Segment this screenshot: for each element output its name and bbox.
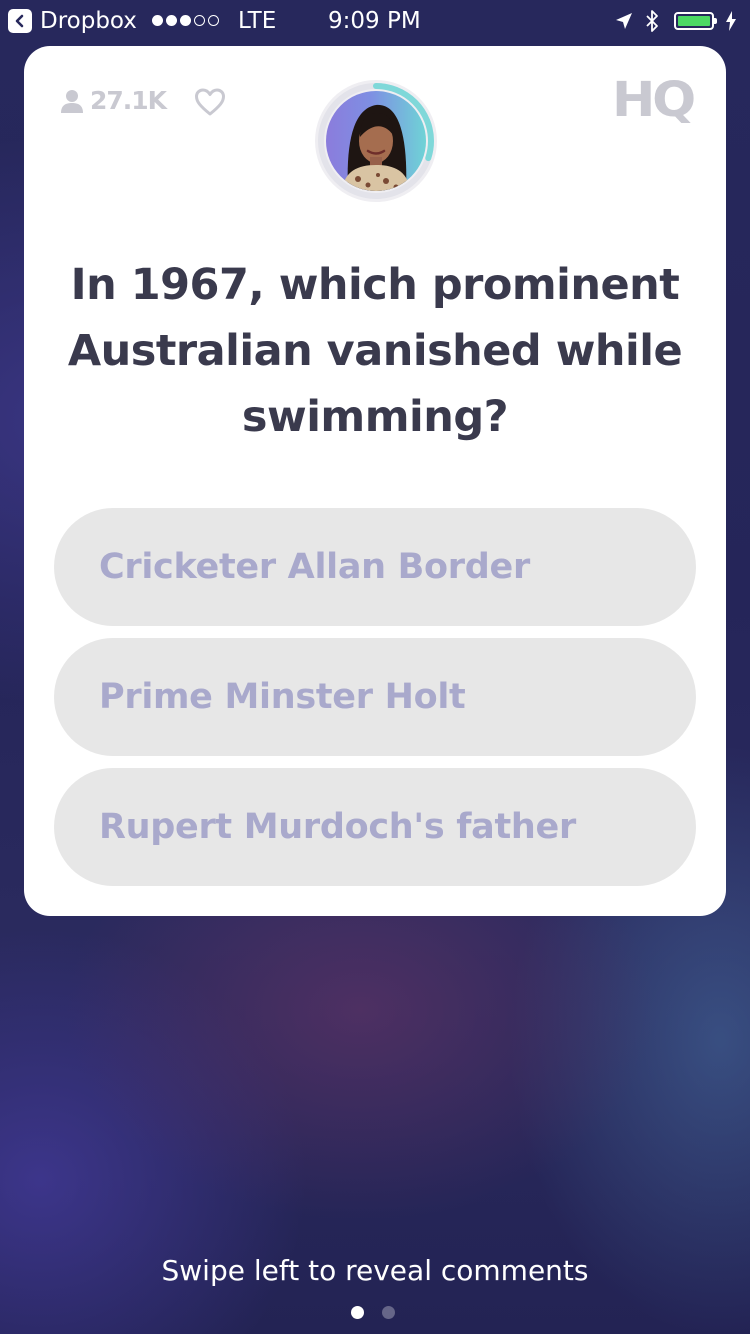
person-icon [61, 89, 83, 113]
page-dot-2 [382, 1306, 395, 1319]
bluetooth-icon [644, 9, 660, 33]
answer-option-label: Prime Minster Holt [99, 677, 466, 717]
status-bar: Dropbox LTE 9:09 PM [0, 0, 750, 42]
network-type: LTE [238, 8, 277, 34]
location-arrow-icon [614, 11, 634, 31]
question-card: 27.1K HQ In 1967, which prominent Austra… [24, 46, 726, 916]
answer-option-1[interactable]: Cricketer Allan Border [54, 508, 696, 626]
host-avatar [315, 80, 437, 202]
question-text: In 1967, which prominent Australian vani… [67, 260, 683, 442]
signal-strength-icon [152, 15, 219, 26]
hq-logo: HQ [612, 72, 696, 128]
viewer-count-value: 27.1K [90, 86, 167, 115]
answer-option-label: Cricketer Allan Border [99, 547, 530, 587]
swipe-hint: Swipe left to reveal comments [161, 1254, 589, 1287]
answer-option-3[interactable]: Rupert Murdoch's father [54, 768, 696, 886]
page-dot-1 [351, 1306, 364, 1319]
back-app-name: Dropbox [40, 8, 137, 34]
back-to-app-button[interactable]: Dropbox [8, 8, 137, 34]
answer-option-2[interactable]: Prime Minster Holt [54, 638, 696, 756]
charging-bolt-icon [725, 11, 737, 31]
clock: 9:09 PM [328, 8, 421, 34]
viewer-count: 27.1K [60, 86, 167, 115]
heart-icon [195, 88, 225, 116]
answer-option-label: Rupert Murdoch's father [99, 807, 576, 847]
like-button[interactable] [194, 88, 226, 120]
page-indicator[interactable] [351, 1306, 395, 1319]
host-video-feed [326, 91, 426, 191]
battery-icon [674, 12, 717, 30]
back-chevron-icon [8, 9, 32, 33]
